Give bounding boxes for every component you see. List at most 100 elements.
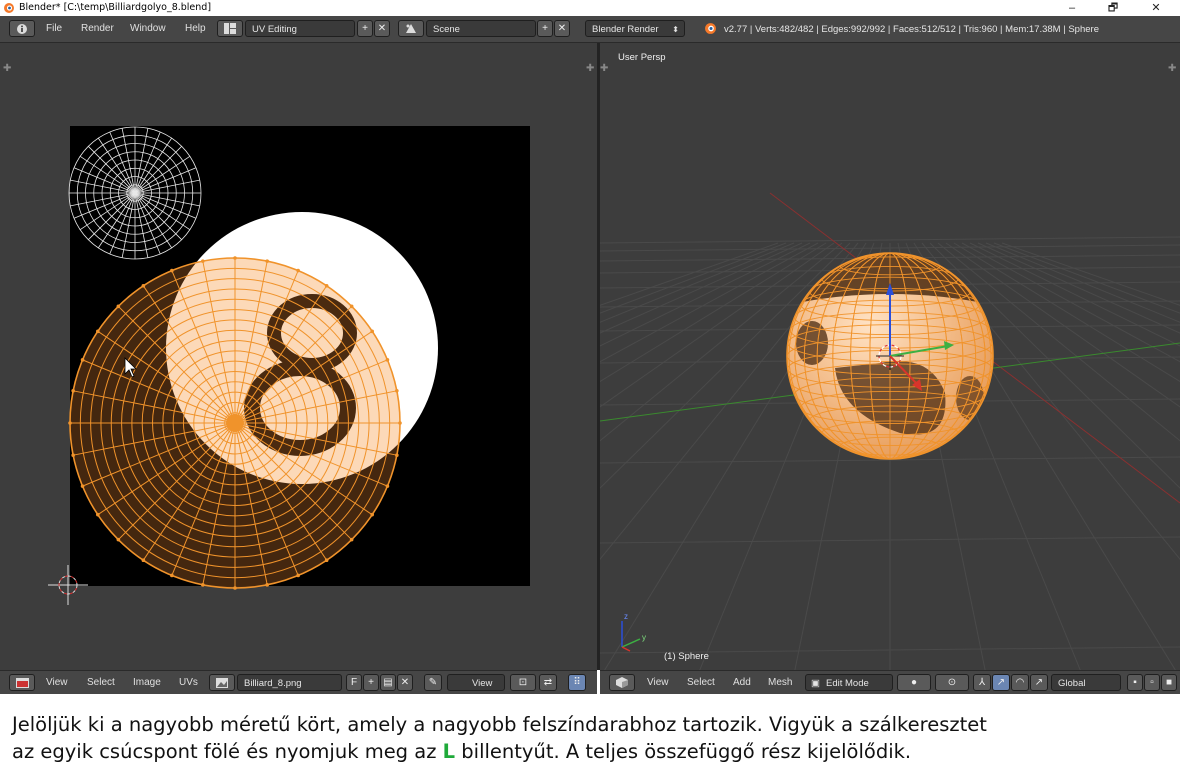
sync-selection-button[interactable]: ⇄ <box>539 674 557 691</box>
view-mode-dropdown[interactable]: View <box>447 674 505 691</box>
pin-icon: ✎ <box>428 677 438 688</box>
mode-dropdown[interactable]: ▣ Edit Mode <box>805 674 893 691</box>
menu-file[interactable]: File <box>46 23 62 34</box>
pivot-point-dropdown[interactable]: ⊙ <box>935 674 969 691</box>
folder-icon: ▤ <box>383 677 393 688</box>
blender-logo-icon <box>705 23 716 34</box>
orientation-label: Global <box>1058 678 1086 689</box>
sync-icon: ⇄ <box>543 677 553 688</box>
face-select-mode-button[interactable]: ■ <box>1161 674 1177 691</box>
menu-render[interactable]: Render <box>81 23 114 34</box>
edge-select-mode-button[interactable]: ▫ <box>1144 674 1160 691</box>
view-mode-label: View <box>472 678 493 689</box>
close-button[interactable]: ✕ <box>1136 0 1176 16</box>
scene-name-field[interactable]: Scene <box>426 20 536 37</box>
image-open-button[interactable]: ▤ <box>380 674 396 691</box>
pivot-point-icon: ⊙ <box>947 677 957 688</box>
image-name-field[interactable]: Billiard_8.png <box>237 674 342 691</box>
layout-delete-button[interactable]: ✕ <box>374 20 390 37</box>
pivot-icon: ⊡ <box>518 677 528 688</box>
vp-menu-select[interactable]: Select <box>687 677 715 688</box>
layout-name-field[interactable]: UV Editing <box>245 20 355 37</box>
caption-line-2-after: billentyűt. A teljes összefüggő rész kij… <box>461 740 912 763</box>
scene-delete-button[interactable]: ✕ <box>554 20 570 37</box>
uv-menu-uvs[interactable]: UVs <box>179 677 198 688</box>
manipulator-icon: ⅄ <box>978 677 986 688</box>
x-icon: ✕ <box>377 23 387 34</box>
3d-view-icon <box>616 677 628 688</box>
info-icon <box>17 24 27 34</box>
uv-canvas[interactable] <box>0 43 597 670</box>
translate-arrow-icon: ↗ <box>996 677 1006 688</box>
rotate-icon: ◠ <box>1015 677 1025 688</box>
caption-line-2-before: az egyik csúcspont fölé és nyomjuk meg a… <box>12 740 437 763</box>
scale-manipulator-button[interactable]: ↗ <box>1030 674 1048 691</box>
rotate-manipulator-button[interactable]: ◠ <box>1011 674 1029 691</box>
menu-window[interactable]: Window <box>130 23 166 34</box>
uv-menu-image[interactable]: Image <box>133 677 161 688</box>
scene-statistics: v2.77 | Verts:482/482 | Edges:992/992 | … <box>724 24 1099 35</box>
tutorial-caption: Jelöljük ki a nagyobb méretű kört, amely… <box>12 711 1172 765</box>
image-editor-icon <box>15 678 29 688</box>
x-icon: ✕ <box>557 23 567 34</box>
uv-editor-header: View Select Image UVs Billiard_8.png F +… <box>0 670 597 694</box>
menu-help[interactable]: Help <box>185 23 206 34</box>
window-title: Blender* [C:\temp\Billiardgolyo_8.blend] <box>19 2 212 13</box>
layout-add-button[interactable]: + <box>357 20 373 37</box>
vertex-select-icon: ⠿ <box>573 677 581 688</box>
image-browse-button[interactable] <box>209 674 235 691</box>
uv-island-small <box>68 126 202 260</box>
3d-viewport-header: View Select Add Mesh ▣ Edit Mode ● ⊙ ⅄ ↗… <box>600 670 1180 694</box>
vp-menu-mesh[interactable]: Mesh <box>768 677 792 688</box>
vertex-mode-icon: ▪ <box>1133 677 1137 688</box>
vp-menu-view[interactable]: View <box>647 677 669 688</box>
manipulator-toggle-button[interactable]: ⅄ <box>973 674 991 691</box>
render-engine-dropdown[interactable]: Blender Render ⬍ <box>585 20 685 37</box>
svg-text:z: z <box>624 612 628 621</box>
image-unlink-button[interactable]: ✕ <box>397 674 413 691</box>
caption-line-1: Jelöljük ki a nagyobb méretű kört, amely… <box>12 713 987 736</box>
scene-add-button[interactable]: + <box>537 20 553 37</box>
translate-manipulator-button[interactable]: ↗ <box>992 674 1010 691</box>
vp-menu-add[interactable]: Add <box>733 677 751 688</box>
editor-type-3d-button[interactable] <box>609 674 635 691</box>
edge-mode-icon: ▫ <box>1150 677 1154 688</box>
layout-browse-button[interactable] <box>217 20 243 37</box>
editor-type-info-button[interactable] <box>9 20 35 37</box>
uv-menu-select[interactable]: Select <box>87 677 115 688</box>
transform-orientation-dropdown[interactable]: Global <box>1051 674 1121 691</box>
viewport-canvas[interactable]: z y <box>600 43 1180 670</box>
edit-mode-icon: ▣ <box>811 678 820 689</box>
blender-logo-icon <box>4 3 14 13</box>
restore-button[interactable]: 🗗 <box>1093 0 1133 16</box>
face-mode-icon: ■ <box>1165 677 1173 688</box>
viewport-shading-dropdown[interactable]: ● <box>897 674 931 691</box>
3d-viewport[interactable]: User Persp ✚ ✚ z y (1) Sphere <box>600 43 1180 670</box>
axis-gizmo-icon: z y <box>621 612 646 652</box>
scene-icon <box>406 24 416 33</box>
active-object-label: (1) Sphere <box>664 651 709 662</box>
caption-line-2: az egyik csúcspont fölé és nyomjuk meg a… <box>12 738 1172 765</box>
uv-image-editor[interactable]: ✚ ✚ <box>0 43 597 670</box>
vertex-select-button[interactable]: ⠿ <box>568 674 586 691</box>
image-icon <box>216 678 228 688</box>
vertex-select-mode-button[interactable]: ▪ <box>1127 674 1143 691</box>
svg-text:y: y <box>642 633 646 642</box>
x-icon: ✕ <box>400 677 410 688</box>
pin-image-button[interactable]: ✎ <box>424 674 442 691</box>
plus-icon: + <box>368 677 374 688</box>
editor-type-uv-button[interactable] <box>9 674 35 691</box>
render-engine-label: Blender Render <box>592 24 659 35</box>
info-header: File Render Window Help UV Editing + ✕ S… <box>0 16 1180 43</box>
screen-layout-icon <box>224 23 236 34</box>
minimize-button[interactable]: – <box>1052 0 1092 16</box>
uv-menu-view[interactable]: View <box>46 677 68 688</box>
solid-shading-icon: ● <box>910 677 918 688</box>
image-new-button[interactable]: + <box>363 674 379 691</box>
pivot-dropdown[interactable]: ⊡ <box>510 674 536 691</box>
dropdown-arrows-icon: ⬍ <box>672 25 679 34</box>
window-titlebar: Blender* [C:\temp\Billiardgolyo_8.blend]… <box>0 0 1180 16</box>
fake-user-button[interactable]: F <box>346 674 362 691</box>
scene-browse-button[interactable] <box>398 20 424 37</box>
mode-label: Edit Mode <box>826 678 869 689</box>
